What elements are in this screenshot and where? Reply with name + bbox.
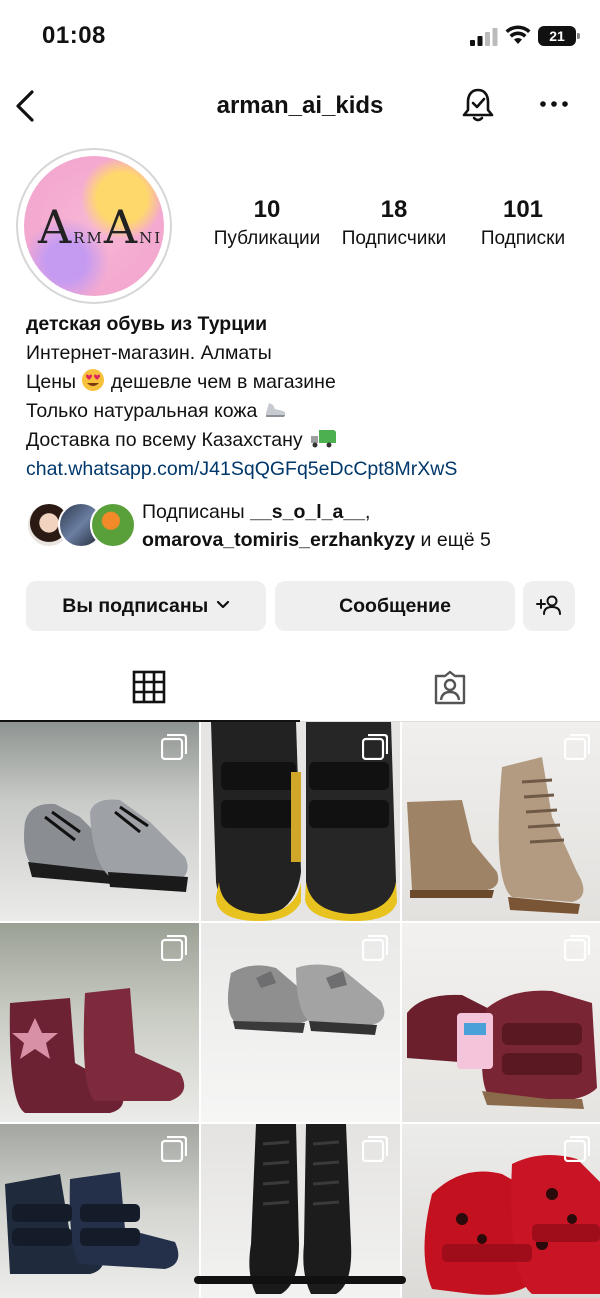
followed-by-text: Подписаны __s_o_l_a__, omarova_tomiris_e… xyxy=(142,501,491,551)
multiple-posts-icon xyxy=(564,1136,590,1162)
followed-by-user[interactable]: __s_o_l_a__ xyxy=(250,501,365,523)
followed-by-avatars xyxy=(26,502,136,550)
multiple-posts-icon xyxy=(161,935,187,961)
multiple-posts-icon xyxy=(161,734,187,760)
wifi-icon xyxy=(505,25,531,44)
stat-following[interactable]: 101 Подписки xyxy=(466,196,580,250)
avatar-image: ARMANI xyxy=(24,156,164,296)
post-thumbnail[interactable] xyxy=(0,1124,199,1298)
profile-username: arman_ai_kids xyxy=(216,92,384,119)
avatar xyxy=(90,502,136,548)
chevron-down-icon xyxy=(216,600,229,609)
bio-line: Интернет-магазин. Алматы xyxy=(26,342,272,364)
post-thumbnail[interactable] xyxy=(201,1124,400,1298)
truck-emoji-icon xyxy=(311,430,337,448)
home-indicator[interactable] xyxy=(194,1276,406,1284)
bio-line: Цены дешевле чем в магазине xyxy=(26,368,586,397)
multiple-posts-icon xyxy=(362,1136,388,1162)
post-thumbnail[interactable] xyxy=(402,923,600,1122)
stat-followers[interactable]: 18 Подписчики xyxy=(336,196,452,250)
add-person-icon xyxy=(536,595,561,615)
multiple-posts-icon xyxy=(362,935,388,961)
post-thumbnail[interactable] xyxy=(402,722,600,921)
message-button[interactable]: Сообщение xyxy=(275,581,515,631)
stat-following-label: Подписки xyxy=(480,228,566,249)
followed-by[interactable]: Подписаны __s_o_l_a__, omarova_tomiris_e… xyxy=(26,501,586,551)
stat-followers-value: 18 xyxy=(380,196,408,223)
tab-posts-grid[interactable] xyxy=(0,656,300,722)
status-bar: 01:08 21 xyxy=(0,0,600,70)
status-time: 01:08 xyxy=(42,22,106,49)
more-dots-icon[interactable] xyxy=(538,94,570,114)
profile-tabs xyxy=(0,656,600,722)
multiple-posts-icon xyxy=(161,1136,187,1162)
bio-title: детская обувь из Турции xyxy=(26,313,268,335)
following-button[interactable]: Вы подписаны xyxy=(26,581,266,631)
post-thumbnail[interactable] xyxy=(0,722,199,921)
stat-posts-value: 10 xyxy=(253,196,281,223)
profile-header-nav: arman_ai_kids xyxy=(0,80,600,132)
sneaker-emoji-icon xyxy=(265,403,285,417)
grid-icon xyxy=(132,670,166,704)
stat-following-value: 101 xyxy=(502,196,544,223)
stat-followers-label: Подписчики xyxy=(341,228,447,249)
post-thumbnail[interactable] xyxy=(201,722,400,921)
multiple-posts-icon xyxy=(362,734,388,760)
stat-posts-label: Публикации xyxy=(213,228,321,249)
post-thumbnail[interactable] xyxy=(402,1124,600,1298)
post-thumbnail[interactable] xyxy=(201,923,400,1122)
tab-tagged[interactable] xyxy=(300,656,600,722)
stat-posts[interactable]: 10 Публикации xyxy=(210,196,324,250)
profile-stats: 10 Публикации 18 Подписчики 101 Подписки xyxy=(200,196,590,256)
notification-bell-icon[interactable] xyxy=(460,86,496,124)
followed-by-user[interactable]: omarova_tomiris_erzhankyzy xyxy=(142,529,415,551)
multiple-posts-icon xyxy=(564,734,590,760)
battery-indicator: 21 xyxy=(538,26,580,46)
bio-link[interactable]: chat.whatsapp.com/J41SqQGFq5eDcCpt8MrXwS xyxy=(26,455,586,484)
posts-grid xyxy=(0,722,600,1298)
profile-bio: детская обувь из Турции Интернет-магазин… xyxy=(26,310,586,484)
bio-line: Только натуральная кожа xyxy=(26,397,586,426)
tagged-person-icon xyxy=(434,670,466,705)
profile-avatar[interactable]: ARMANI xyxy=(16,148,172,304)
multiple-posts-icon xyxy=(564,935,590,961)
post-thumbnail[interactable] xyxy=(0,923,199,1122)
bio-line: Доставка по всему Казахстану xyxy=(26,426,586,455)
heart-eyes-emoji-icon xyxy=(82,369,105,391)
add-person-button[interactable] xyxy=(523,581,575,631)
avatar-logo: ARMANI xyxy=(38,200,163,254)
cellular-signal-icon xyxy=(470,28,498,46)
